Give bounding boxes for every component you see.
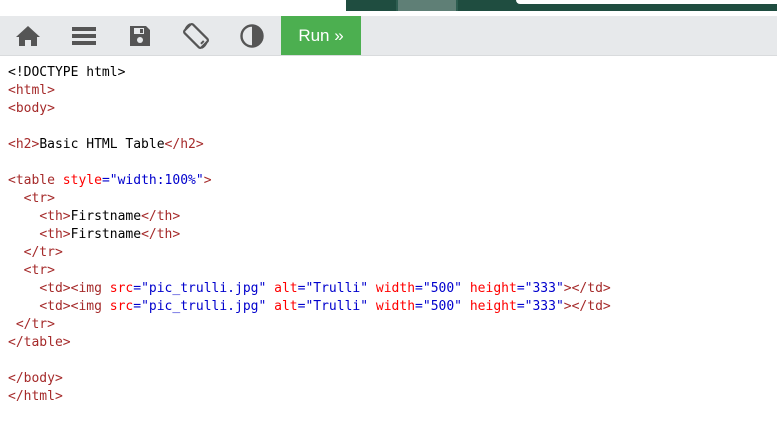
code-token: <table — [8, 173, 63, 188]
code-token: <th> — [39, 209, 71, 224]
home-icon — [16, 25, 40, 46]
code-line: </tr> — [8, 244, 777, 262]
code-token: Firstname — [70, 227, 142, 242]
code-token: <html> — [8, 83, 55, 98]
menu-icon — [72, 26, 96, 45]
code-line: <th>Firstname</th> — [8, 208, 777, 226]
contrast-icon — [240, 23, 264, 48]
code-token: ="500" — [415, 299, 463, 314]
code-token: Firstname — [70, 209, 142, 224]
code-token: <th> — [39, 227, 71, 242]
code-token: height — [462, 281, 517, 296]
code-token: src — [109, 281, 134, 296]
code-token: </html> — [8, 389, 63, 404]
save-icon — [130, 25, 150, 46]
code-token: ="500" — [415, 281, 463, 296]
code-line: <th>Firstname</th> — [8, 226, 777, 244]
code-line: </table> — [8, 334, 777, 352]
banner-thumbnail — [396, 0, 458, 11]
code-token: height — [462, 299, 517, 314]
code-line: <body> — [8, 100, 777, 118]
code-token: <tr> — [23, 263, 55, 278]
code-token: </th> — [141, 209, 181, 224]
code-token: src — [109, 299, 134, 314]
code-line: </tr> — [8, 316, 777, 334]
code-token: </th> — [141, 227, 181, 242]
rotate-button[interactable] — [168, 16, 224, 55]
save-button[interactable] — [112, 16, 168, 55]
code-token: <h2> — [8, 137, 40, 152]
code-token: </body> — [8, 371, 63, 386]
code-line: <tr> — [8, 262, 777, 280]
code-token: > — [203, 173, 212, 188]
top-strip — [0, 0, 777, 16]
code-token: </table> — [8, 335, 71, 350]
code-token: ="Trulli" — [297, 299, 369, 314]
banner-bar — [516, 0, 777, 4]
code-line: </body> — [8, 370, 777, 388]
code-line: <!DOCTYPE html> — [8, 64, 777, 82]
code-token: ></td> — [563, 281, 611, 296]
code-token: ></td> — [563, 299, 611, 314]
code-editor[interactable]: <!DOCTYPE html> <html> <body> <h2>Basic HTM… — [0, 56, 777, 406]
code-token: <!DOCTYPE html> — [8, 65, 126, 80]
editor-toolbar: Run » — [0, 16, 777, 56]
code-token: ="pic_trulli.jpg" — [133, 299, 267, 314]
code-token: style — [62, 173, 102, 188]
code-token: ="333" — [516, 299, 564, 314]
home-button[interactable] — [0, 16, 56, 55]
code-line: <html> — [8, 82, 777, 100]
rotate-icon — [183, 22, 209, 49]
menu-button[interactable] — [56, 16, 112, 55]
code-token: ="pic_trulli.jpg" — [133, 281, 267, 296]
code-token: ="width:100%" — [101, 173, 204, 188]
code-token: </tr> — [15, 317, 55, 332]
code-token: alt — [266, 281, 298, 296]
run-button[interactable]: Run » — [281, 16, 361, 55]
code-line: <h2>Basic HTML Table</h2> — [8, 136, 777, 154]
banner-image — [346, 0, 777, 11]
code-token: width — [368, 299, 416, 314]
code-token: <td><img — [39, 281, 110, 296]
code-line: <td><img src="pic_trulli.jpg" alt="Trull… — [8, 280, 777, 298]
code-line: <tr> — [8, 190, 777, 208]
code-token: alt — [266, 299, 298, 314]
code-token: ="Trulli" — [297, 281, 369, 296]
code-token: width — [368, 281, 416, 296]
code-token: <td><img — [39, 299, 110, 314]
code-token: </h2> — [164, 137, 204, 152]
code-line: </html> — [8, 388, 777, 406]
code-token: Basic HTML Table — [39, 137, 165, 152]
code-token: <tr> — [23, 191, 55, 206]
code-line: <td><img src="pic_trulli.jpg" alt="Trull… — [8, 298, 777, 316]
code-token: ="333" — [516, 281, 564, 296]
code-token: </tr> — [23, 245, 63, 260]
code-token: <body> — [8, 101, 55, 116]
theme-button[interactable] — [224, 16, 280, 55]
code-line: <table style="width:100%"> — [8, 172, 777, 190]
